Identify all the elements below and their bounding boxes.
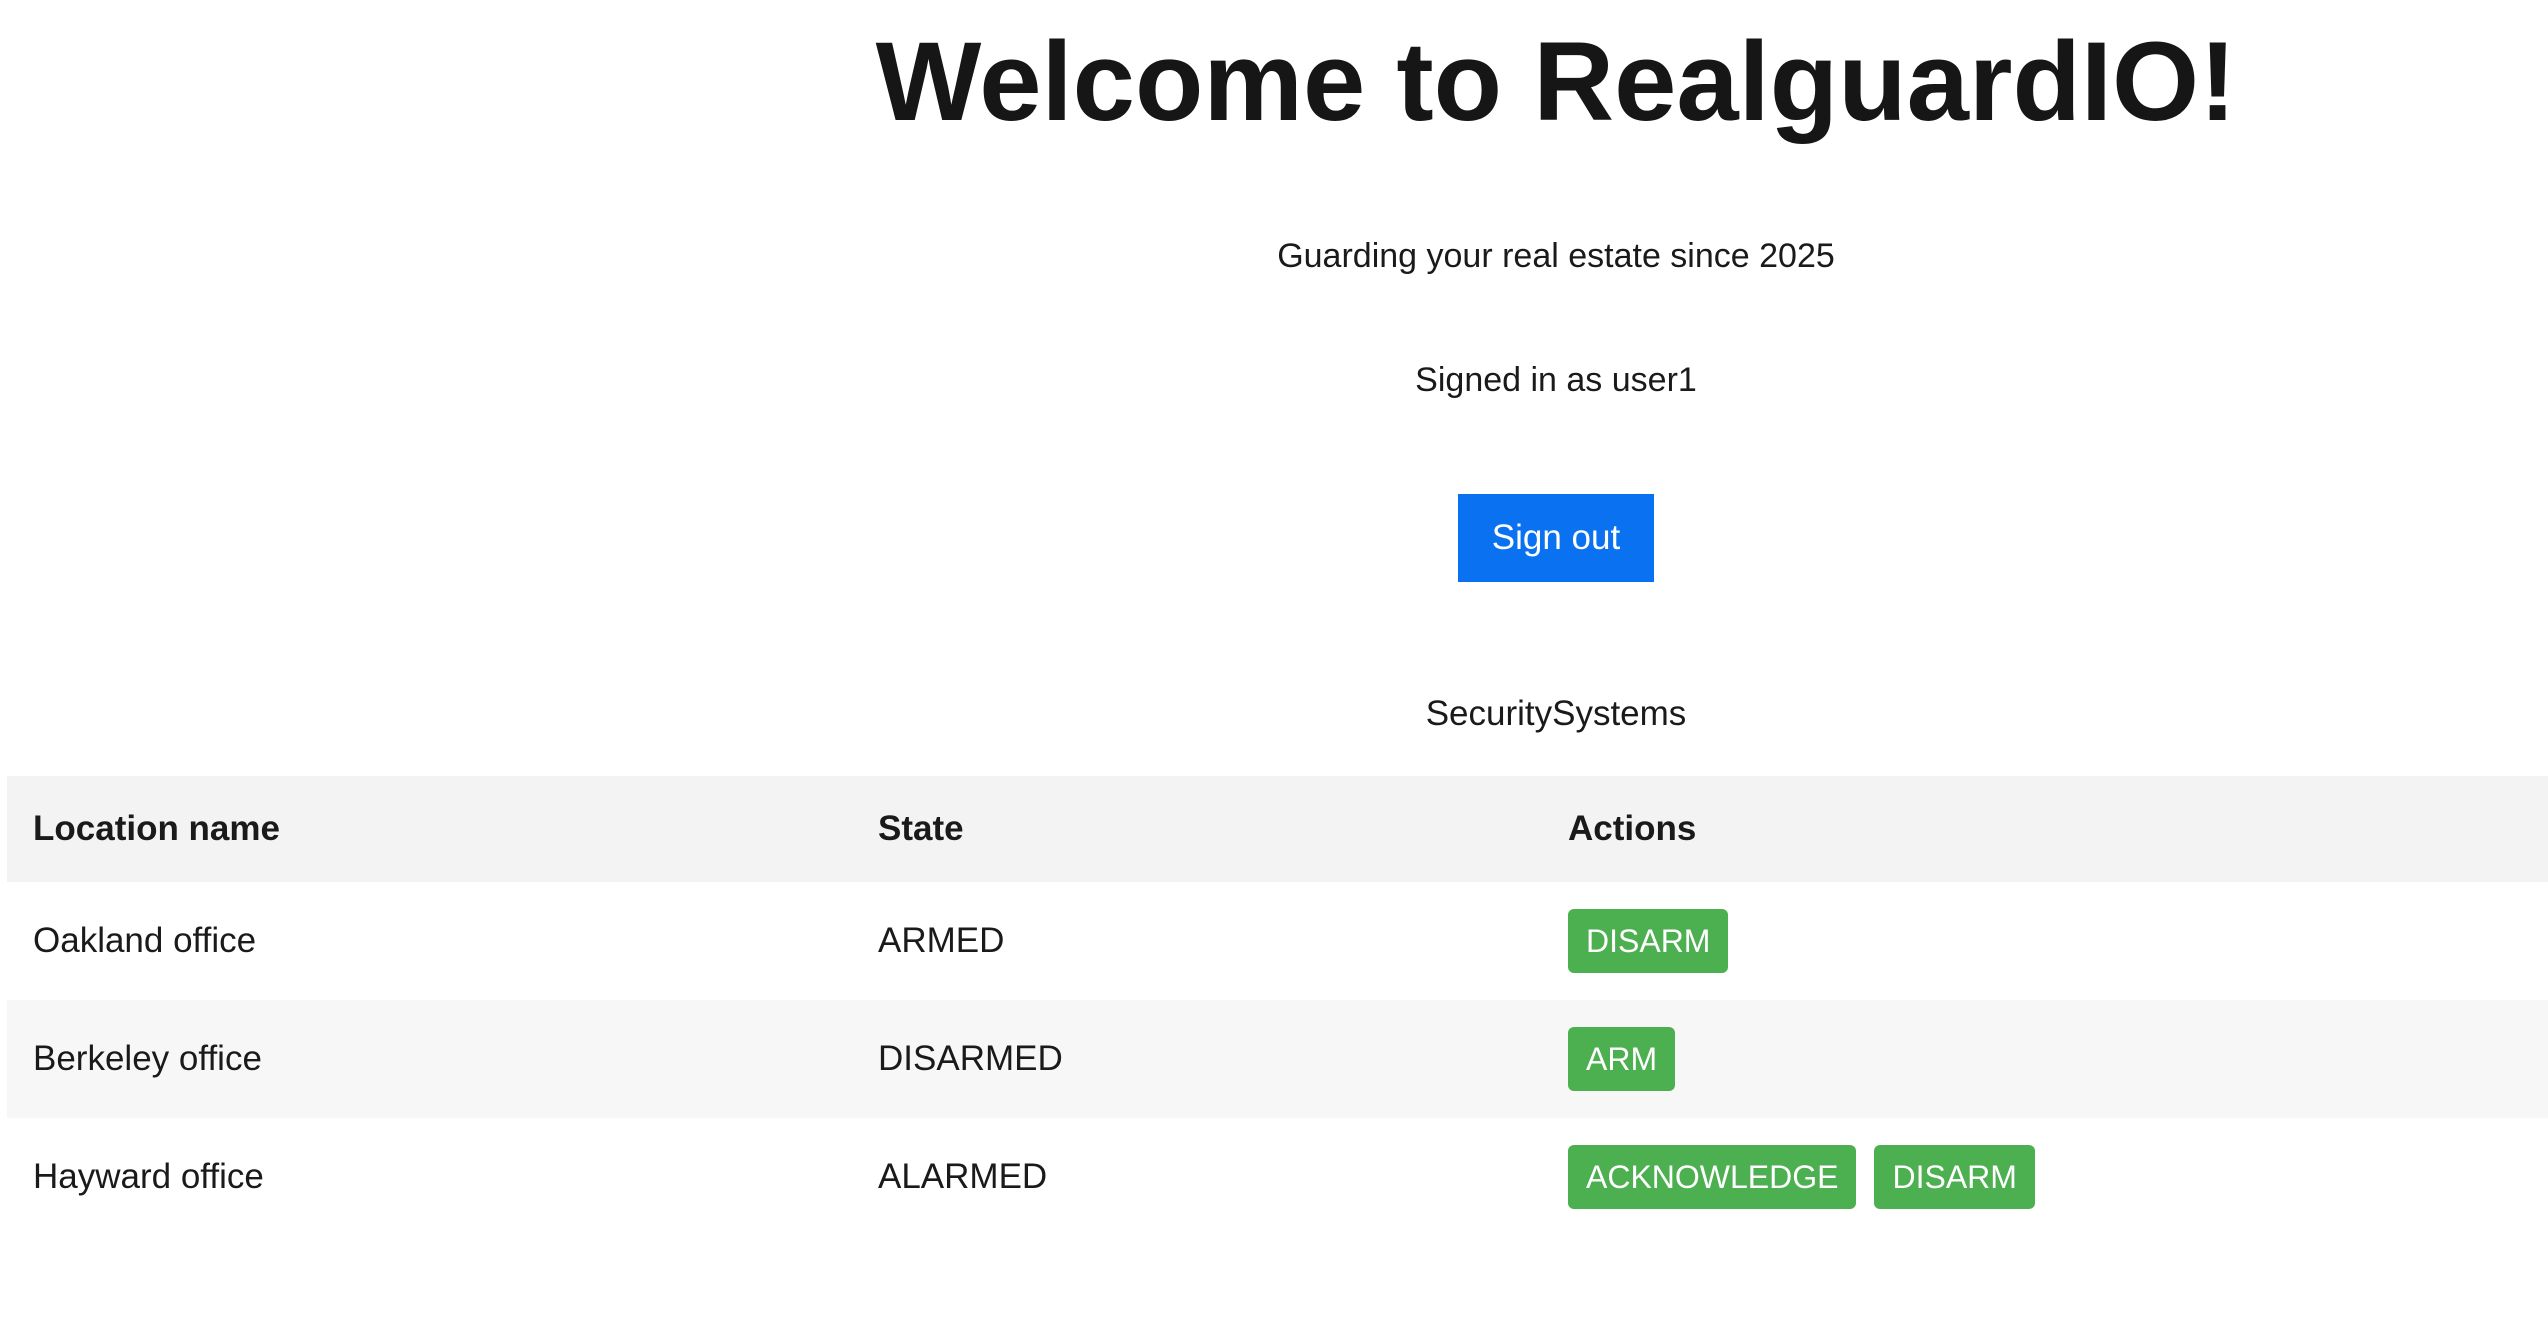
column-header-actions: Actions	[1568, 809, 1697, 848]
signed-in-status: Signed in as user1	[1415, 361, 1697, 399]
table-row: Hayward office ALARMED ACKNOWLEDGE DISAR…	[7, 1118, 2548, 1236]
arm-button[interactable]: ARM	[1568, 1027, 1676, 1091]
location-name-cell: Berkeley office	[33, 1039, 262, 1078]
column-header-location: Location name	[33, 809, 280, 848]
state-cell: DISARMED	[878, 1039, 1063, 1078]
disarm-button[interactable]: DISARM	[1874, 1145, 2035, 1209]
sign-out-button[interactable]: Sign out	[1457, 494, 1655, 582]
actions-cell: ARM	[1568, 1027, 2548, 1091]
disarm-button[interactable]: DISARM	[1568, 909, 1729, 973]
table-row: Berkeley office DISARMED ARM	[7, 1000, 2548, 1118]
state-cell: ALARMED	[878, 1157, 1048, 1196]
security-systems-table: Location name State Actions Oakland offi…	[7, 776, 2548, 1236]
column-header-state: State	[878, 809, 964, 848]
actions-cell: DISARM	[1568, 909, 2548, 973]
location-name-cell: Oakland office	[33, 921, 257, 960]
page: Welcome to RealguardIO! Guarding your re…	[0, 0, 2548, 1324]
state-cell: ARMED	[878, 921, 1005, 960]
page-title: Welcome to RealguardIO!	[875, 19, 2237, 144]
table-row: Oakland office ARMED DISARM	[7, 882, 2548, 1000]
location-name-cell: Hayward office	[33, 1157, 264, 1196]
acknowledge-button[interactable]: ACKNOWLEDGE	[1568, 1145, 1857, 1209]
tagline: Guarding your real estate since 2025	[1277, 237, 1835, 275]
actions-cell: ACKNOWLEDGE DISARM	[1568, 1145, 2548, 1209]
section-title-security-systems: SecuritySystems	[1425, 694, 1687, 733]
sign-out-container: Sign out	[0, 494, 2548, 582]
table-header-row: Location name State Actions	[7, 776, 2548, 882]
